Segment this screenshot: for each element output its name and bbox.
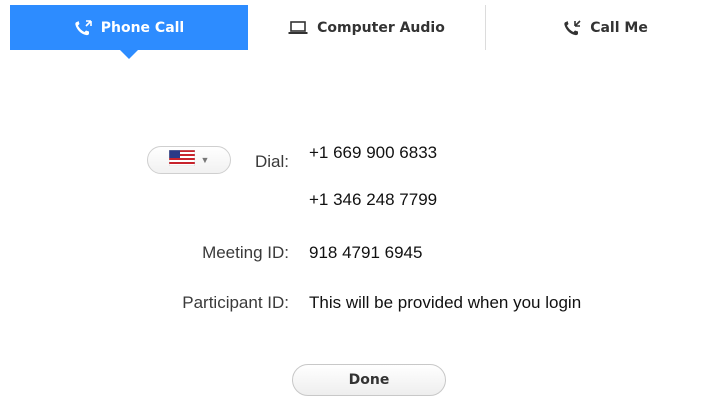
tab-call-me[interactable]: Call Me <box>486 5 725 50</box>
meeting-id-label: Meeting ID: <box>202 243 289 262</box>
tab-call-me-label: Call Me <box>590 19 648 36</box>
us-flag-icon <box>168 149 195 171</box>
laptop-icon <box>288 20 308 35</box>
meeting-id-value: 918 4791 6945 <box>309 243 423 262</box>
participant-id-label: Participant ID: <box>182 293 289 312</box>
phone-icon <box>563 19 581 36</box>
dial-label: Dial: <box>254 152 289 171</box>
country-select[interactable]: ▼ <box>147 146 231 174</box>
audio-tabs: Phone Call Computer Audio Call Me <box>10 5 725 59</box>
dial-number-2: +1 346 248 7799 <box>309 190 438 209</box>
tab-computer-audio[interactable]: Computer Audio <box>248 5 486 50</box>
done-button[interactable]: Done <box>292 364 446 396</box>
chevron-down-icon: ▼ <box>200 155 210 165</box>
participant-id-value: This will be provided when you login <box>309 293 582 312</box>
tab-computer-audio-label: Computer Audio <box>317 19 445 36</box>
tab-phone-call[interactable]: Phone Call <box>10 5 248 59</box>
tab-phone-call-label: Phone Call <box>100 19 185 36</box>
dial-number-1: +1 669 900 6833 <box>309 143 438 162</box>
phone-icon <box>74 19 92 36</box>
